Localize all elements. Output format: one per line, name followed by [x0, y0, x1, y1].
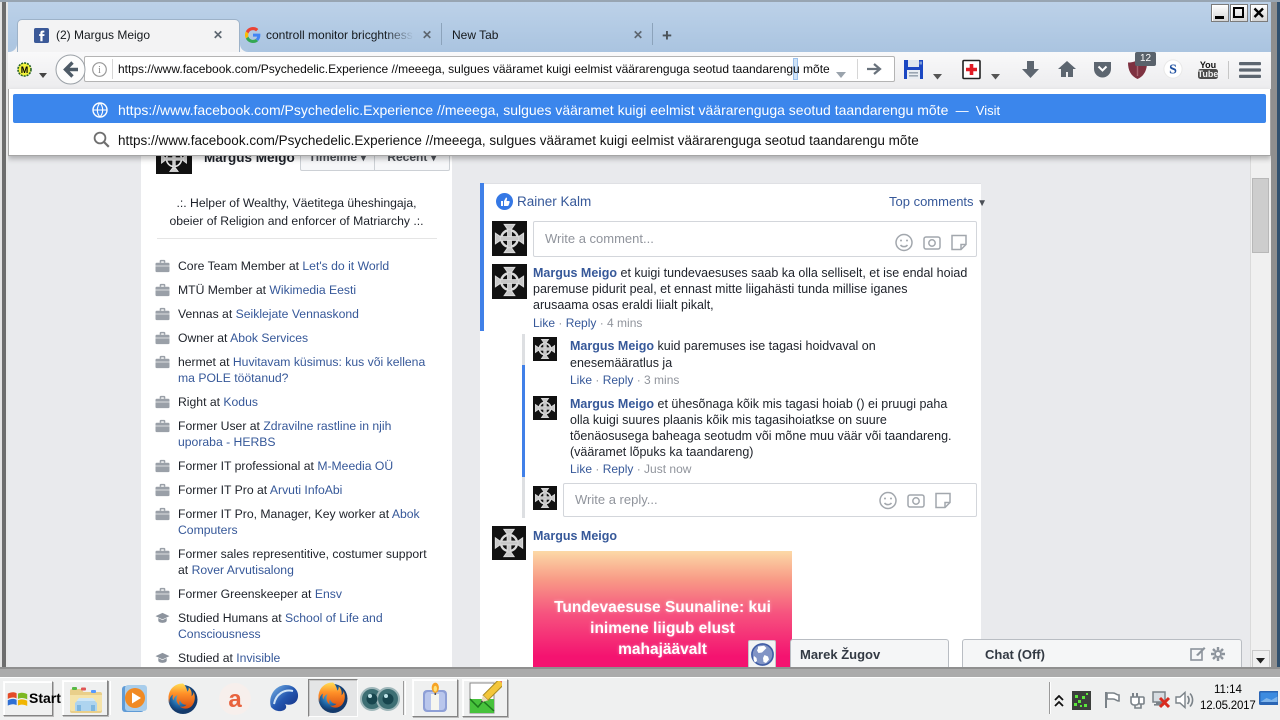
svg-text:S: S: [1169, 63, 1177, 78]
svg-text:i: i: [98, 65, 101, 76]
svg-text:a: a: [228, 686, 242, 713]
svg-text:M: M: [21, 65, 29, 75]
svg-text:Tube: Tube: [1198, 69, 1219, 79]
